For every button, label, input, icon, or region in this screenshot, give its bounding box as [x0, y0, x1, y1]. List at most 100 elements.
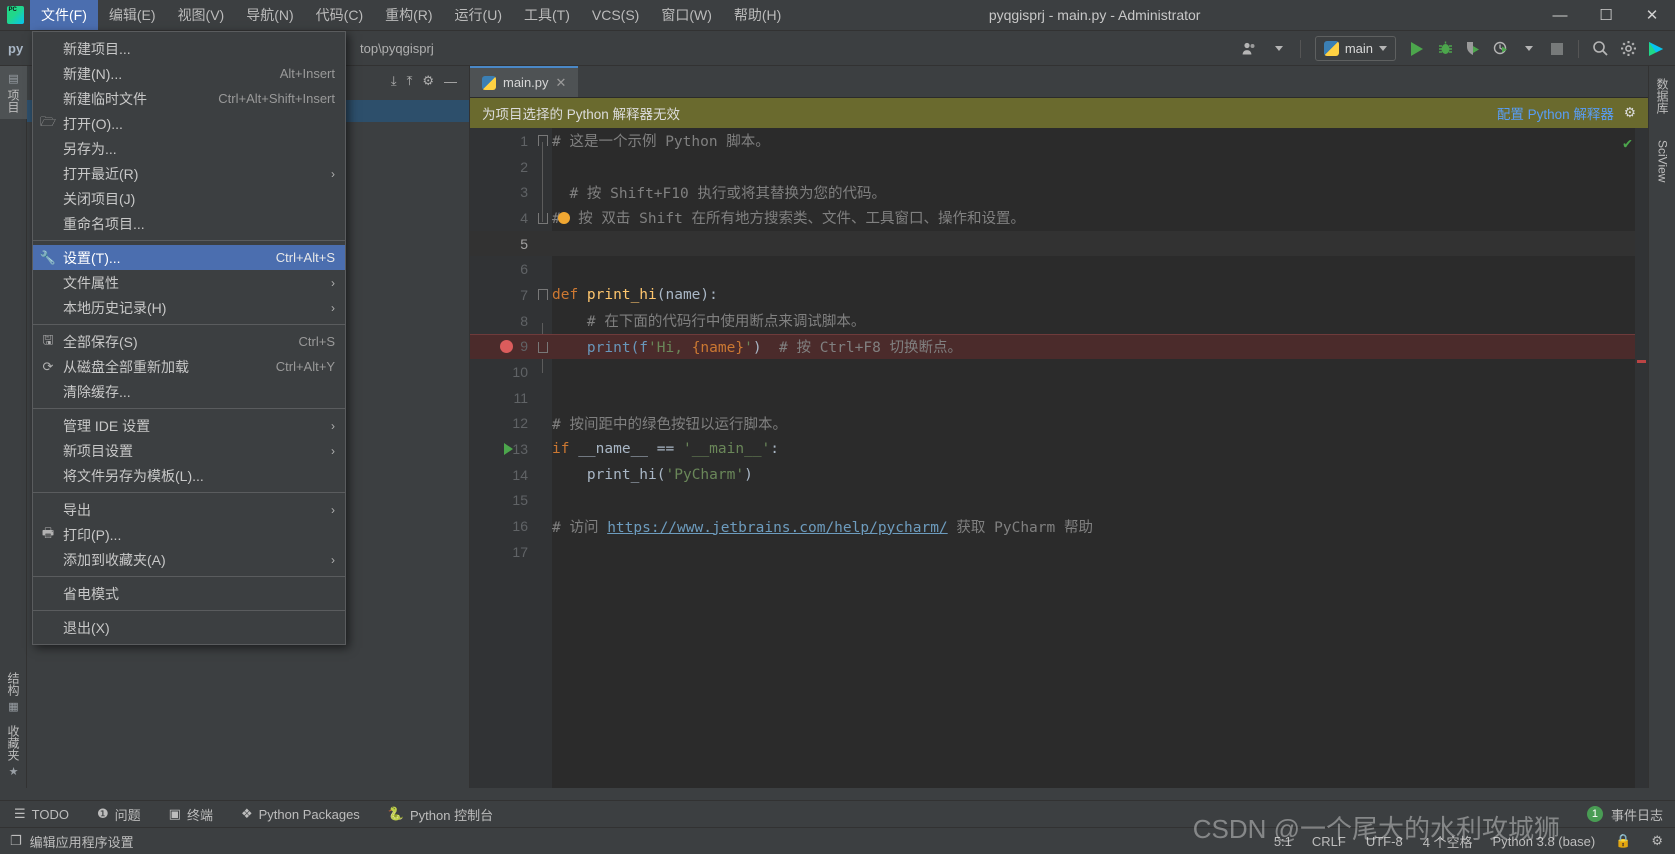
menu-item-new-project[interactable]: 新建项目... — [33, 36, 345, 61]
indent-setting[interactable]: 4 个空格 — [1423, 832, 1473, 851]
bottom-tab-python-packages[interactable]: ❖ Python Packages — [227, 806, 374, 822]
debug-button[interactable] — [1432, 36, 1458, 62]
gear-icon[interactable] — [1615, 36, 1641, 62]
chevron-right-icon: › — [331, 552, 335, 567]
tool-window-project[interactable]: ▤ 项目 — [0, 66, 27, 119]
fold-marker-icon[interactable] — [538, 135, 548, 146]
menu-run[interactable]: 运行(U) — [444, 0, 513, 30]
code-line-15: 15 — [470, 488, 1648, 514]
python-config-icon — [1323, 41, 1339, 56]
tool-window-sciview[interactable]: SciView — [1649, 134, 1675, 188]
search-icon[interactable] — [1587, 36, 1613, 62]
menu-item-new-scratch-file[interactable]: 新建临时文件 Ctrl+Alt+Shift+Insert — [33, 86, 345, 111]
menu-item-save-as[interactable]: 另存为... — [33, 136, 345, 161]
menu-item-label: 设置(T)... — [63, 249, 121, 266]
maximize-button[interactable]: ☐ — [1583, 0, 1629, 30]
fold-marker-end-icon[interactable] — [538, 341, 548, 353]
menu-item-exit[interactable]: 退出(X) — [33, 615, 345, 640]
documentation-link[interactable]: https://www.jetbrains.com/help/pycharm/ — [607, 520, 947, 536]
fold-marker-end-icon[interactable] — [538, 213, 548, 225]
editor-marker-gutter[interactable] — [1635, 128, 1648, 788]
menu-item-print[interactable]: 🖶 打印(P)... — [33, 522, 345, 547]
menu-item-settings[interactable]: 🔧 设置(T)... Ctrl+Alt+S — [33, 245, 345, 270]
file-encoding[interactable]: UTF-8 — [1366, 834, 1403, 849]
menu-item-open[interactable]: 🗁 打开(O)... — [33, 111, 345, 136]
menu-vcs[interactable]: VCS(S) — [581, 0, 650, 30]
tool-window-database[interactable]: 数据库 — [1649, 72, 1675, 120]
bottom-tab-terminal[interactable]: ▣ 终端 — [155, 805, 227, 824]
menu-item-reload-all-from-disk[interactable]: ⟳ 从磁盘全部重新加载 Ctrl+Alt+Y — [33, 354, 345, 379]
event-log-area[interactable]: 1 事件日志 — [1586, 805, 1675, 824]
code-line-4: 4 # 按 双击 Shift 在所有地方搜索类、文件、工具窗口、操作和设置。 — [470, 205, 1648, 231]
caret-position[interactable]: 5:1 — [1274, 834, 1292, 849]
bottom-tab-python-packages-label: Python Packages — [258, 806, 360, 822]
expand-all-icon[interactable]: ⤓ — [391, 73, 397, 89]
menu-item-save-file-as-template[interactable]: 将文件另存为模板(L)... — [33, 463, 345, 488]
close-icon[interactable]: ✕ — [556, 75, 567, 91]
menu-file[interactable]: 文件(F) — [30, 0, 98, 30]
menu-navigate[interactable]: 导航(N) — [235, 0, 304, 30]
menu-code[interactable]: 代码(C) — [305, 0, 374, 30]
code-operator: == — [656, 441, 683, 458]
run-gutter-icon[interactable] — [504, 443, 513, 456]
tool-window-structure[interactable]: 结构 ▦ — [0, 666, 27, 719]
tool-window-favorites[interactable]: 收藏夹 ★ — [0, 719, 27, 784]
menu-item-new-project-setup[interactable]: 新项目设置 › — [33, 438, 345, 463]
menu-item-label: 打开(O)... — [63, 115, 123, 132]
menu-item-save-all[interactable]: 🖫 全部保存(S) Ctrl+S — [33, 329, 345, 354]
line-separator[interactable]: CRLF — [1312, 834, 1346, 849]
line-number: 12 — [512, 415, 528, 432]
lock-icon[interactable]: 🔒 — [1615, 833, 1631, 849]
menu-item-add-to-favorites[interactable]: 添加到收藏夹(A) › — [33, 547, 345, 572]
stop-button[interactable] — [1544, 36, 1570, 62]
menu-item-open-recent[interactable]: 打开最近(R) › — [33, 161, 345, 186]
run-with-coverage-button[interactable] — [1460, 36, 1486, 62]
menu-tools[interactable]: 工具(T) — [513, 0, 581, 30]
configure-interpreter-link[interactable]: 配置 Python 解释器 — [1497, 103, 1614, 123]
menu-item-export[interactable]: 导出 › — [33, 497, 345, 522]
menu-item-local-history[interactable]: 本地历史记录(H) › — [33, 295, 345, 320]
bottom-tab-terminal-label: 终端 — [186, 807, 213, 823]
menu-item-invalidate-caches[interactable]: 清除缓存... — [33, 379, 345, 404]
intention-bulb-icon[interactable] — [558, 212, 570, 225]
bottom-tab-todo[interactable]: ☰ TODO — [0, 806, 83, 822]
menu-item-rename-project[interactable]: 重命名项目... — [33, 211, 345, 236]
jetbrains-toolbox-icon[interactable] — [1643, 36, 1669, 62]
project-settings-gear-icon[interactable]: ⚙ — [422, 73, 434, 89]
close-button[interactable]: ✕ — [1629, 0, 1675, 30]
editor-area: main.py ✕ 为项目选择的 Python 解释器无效 配置 Python … — [470, 66, 1648, 788]
bottom-tab-python-console[interactable]: 🐍 Python 控制台 — [374, 805, 507, 824]
project-folder-icon: ▤ — [7, 72, 19, 85]
gear-icon[interactable]: ⚙ — [1651, 833, 1663, 849]
minimize-button[interactable]: — — [1537, 0, 1583, 30]
run-configuration-selector[interactable]: main — [1314, 36, 1396, 61]
menu-refactor[interactable]: 重构(R) — [374, 0, 443, 30]
account-icon[interactable] — [1238, 36, 1264, 62]
python-interpreter[interactable]: Python 3.8 (base) — [1493, 834, 1596, 849]
hide-panel-icon[interactable]: — — [444, 74, 457, 89]
error-stripe-marker[interactable] — [1637, 360, 1646, 363]
menu-item-power-save-mode[interactable]: 省电模式 — [33, 581, 345, 606]
menu-help[interactable]: 帮助(H) — [723, 0, 792, 30]
account-dropdown-caret-icon[interactable] — [1266, 36, 1292, 62]
menu-item-close-project[interactable]: 关闭项目(J) — [33, 186, 345, 211]
bottom-tab-problems[interactable]: ❶ 问题 — [83, 805, 155, 824]
menu-item-new[interactable]: 新建(N)... Alt+Insert — [33, 61, 345, 86]
code-line-16: 16 # 访问 https://www.jetbrains.com/help/p… — [470, 513, 1648, 539]
profile-button[interactable] — [1488, 36, 1514, 62]
menu-window[interactable]: 窗口(W) — [650, 0, 723, 30]
code-editor[interactable]: 1 # 这是一个示例 Python 脚本。 ✔ 2 3 # 按 Shift+F1… — [470, 128, 1648, 788]
code-comment: # 按 双击 Shift 在所有地方搜索类、文件、工具窗口、操作和设置。 — [552, 211, 1026, 228]
breakpoint-icon[interactable] — [500, 339, 513, 353]
fold-marker-icon[interactable] — [538, 289, 548, 301]
collapse-all-icon[interactable]: ⤒ — [407, 73, 413, 89]
menu-item-file-properties[interactable]: 文件属性 › — [33, 270, 345, 295]
notification-gear-icon[interactable]: ⚙ — [1624, 105, 1636, 121]
menu-view[interactable]: 视图(V) — [167, 0, 236, 30]
run-button[interactable] — [1404, 36, 1430, 62]
menu-edit[interactable]: 编辑(E) — [98, 0, 167, 30]
more-run-options-caret-icon[interactable] — [1516, 36, 1542, 62]
menu-item-label: 管理 IDE 设置 — [63, 417, 151, 434]
editor-tab-main-py[interactable]: main.py ✕ — [470, 66, 579, 97]
menu-item-manage-ide-settings[interactable]: 管理 IDE 设置 › — [33, 413, 345, 438]
